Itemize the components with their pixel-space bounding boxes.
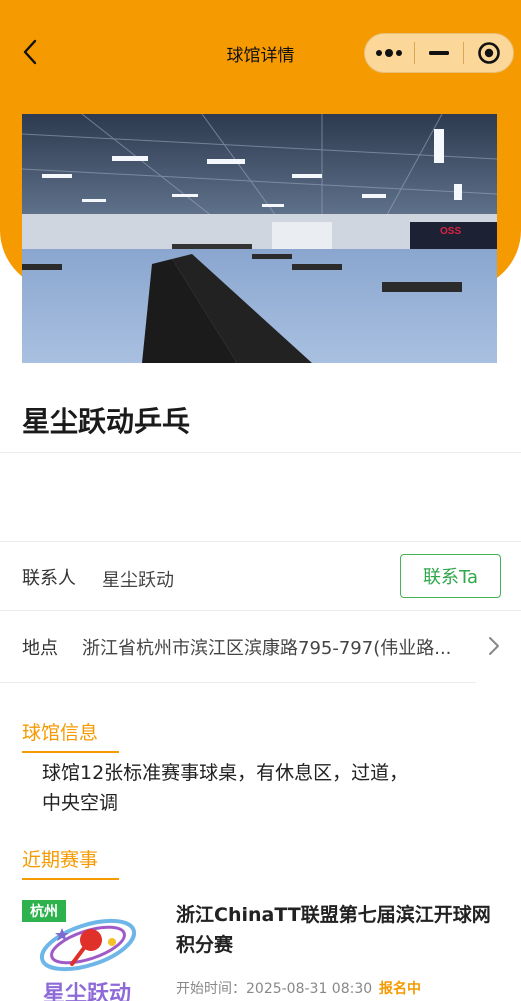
recent-events-title: 近期赛事 xyxy=(22,845,119,880)
contact-label: 联系人 xyxy=(22,568,76,589)
miniprogram-capsule xyxy=(364,33,514,73)
venue-photo: OSS xyxy=(22,114,497,363)
event-status-badge: 报名中 xyxy=(379,981,421,997)
more-button[interactable] xyxy=(365,34,414,72)
address-label: 地点 xyxy=(22,638,58,659)
divider xyxy=(0,610,521,611)
target-close-icon xyxy=(477,42,500,64)
event-start-time: 开始时间：2025-08-31 08:30 xyxy=(176,981,373,997)
divider xyxy=(0,452,521,453)
contact-button[interactable]: 联系Ta xyxy=(400,554,501,598)
venue-info-title: 球馆信息 xyxy=(22,718,119,753)
venue-info-text: 球馆12张标准赛事球桌，有休息区，过道，中央空调 xyxy=(42,762,409,814)
address-value[interactable]: 浙江省杭州市滨江区滨康路795-797(伟业路... xyxy=(82,634,472,660)
navbar: 球馆详情 xyxy=(0,0,521,105)
divider xyxy=(0,541,521,542)
event-title[interactable]: 浙江ChinaTT联盟第七届滨江开球网积分赛 xyxy=(176,900,501,960)
minimize-button[interactable] xyxy=(415,34,464,72)
divider xyxy=(0,682,476,683)
city-badge: 杭州 xyxy=(22,900,66,922)
chevron-right-icon xyxy=(489,637,499,655)
address-arrow[interactable] xyxy=(484,634,504,658)
venue-name: 星尘跃动乒乓 xyxy=(22,405,191,438)
contact-name: 星尘跃动 xyxy=(102,570,174,591)
more-dots-icon xyxy=(376,49,403,57)
close-button[interactable] xyxy=(464,34,513,72)
event-logo-text: 星尘跃动 xyxy=(43,982,131,1001)
minus-icon xyxy=(429,51,449,55)
hero-banner-text: OSS xyxy=(440,226,461,237)
